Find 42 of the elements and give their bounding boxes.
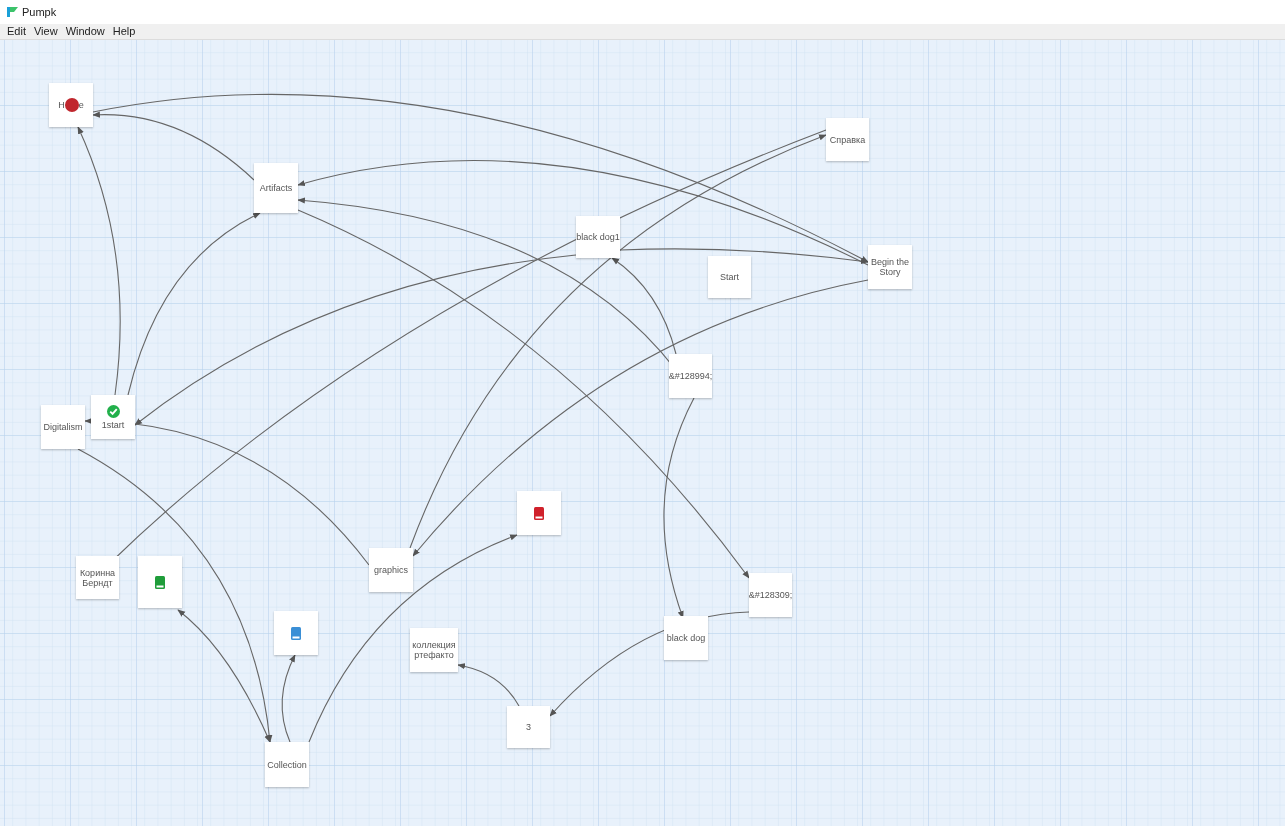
graph-node[interactable]: коллекция ртефакто <box>410 628 458 672</box>
window-title: Pumpk <box>22 4 57 20</box>
node-label: black dog <box>666 633 706 643</box>
menu-item[interactable]: Help <box>112 26 136 37</box>
graph-node[interactable]: 3 <box>507 706 550 748</box>
node-label: Коринна Берндт <box>78 567 117 588</box>
graph-node[interactable]: Artifacts <box>254 163 298 213</box>
graph-node[interactable] <box>138 556 182 608</box>
node-label: &#128994; <box>668 371 713 381</box>
graph-node[interactable]: 1start <box>91 395 135 439</box>
node-label: graphics <box>374 565 408 575</box>
node-label: Collection <box>267 759 307 770</box>
node-label: Digitalism <box>43 422 83 432</box>
graph-node[interactable]: Digitalism <box>41 405 85 449</box>
app-logo-icon <box>7 7 18 17</box>
node-label: 1start <box>101 419 125 430</box>
node-label: black dog1 <box>576 232 620 242</box>
graph-node[interactable]: black dog1 <box>576 216 620 258</box>
menu-item[interactable]: Window <box>65 26 105 37</box>
graph-node[interactable]: Begin the Story <box>868 245 912 289</box>
node-label: H <box>58 100 65 110</box>
graph-node[interactable] <box>274 611 318 655</box>
graph-node[interactable]: Start <box>708 256 751 298</box>
node-label: Справка <box>829 134 866 145</box>
graph-node[interactable]: &#128309; <box>749 573 792 617</box>
menu-item[interactable]: View <box>33 26 58 37</box>
node-label: Begin the Story <box>870 257 910 277</box>
graph-node[interactable]: &#128994; <box>669 354 712 398</box>
graph-node[interactable]: Справка <box>826 118 869 161</box>
graph-node[interactable]: Коринна Берндт <box>76 556 119 599</box>
graph-node[interactable] <box>517 491 561 535</box>
node-label: коллекция ртефакто <box>411 640 457 660</box>
node-label: &#128309; <box>748 590 793 600</box>
node-label: 3 <box>526 722 531 732</box>
graph-node[interactable]: graphics <box>369 548 413 592</box>
graph-node[interactable]: Collection <box>265 742 309 787</box>
node-label: Artifacts <box>259 183 293 193</box>
graph-node[interactable]: black dog <box>664 616 708 660</box>
node-label: Start <box>720 272 739 282</box>
graph-node[interactable]: H e <box>49 83 93 127</box>
menu-item[interactable]: Edit <box>7 26 26 37</box>
node-label: e <box>78 100 84 110</box>
